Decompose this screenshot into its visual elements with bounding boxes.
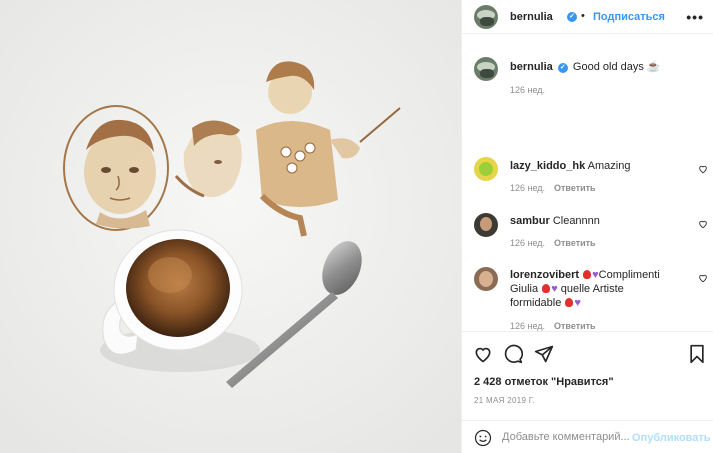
rose-emoji-icon <box>583 270 592 279</box>
post-header: bernulia ✓ • Подписаться ••• <box>462 0 713 34</box>
comment-text: Amazing <box>587 160 631 172</box>
like-comment-heart-icon[interactable] <box>698 273 708 283</box>
comment-username[interactable]: lorenzovibert <box>510 269 579 281</box>
heart-icon[interactable] <box>473 344 493 364</box>
purple-heart-icon: ♥ <box>551 283 558 295</box>
caption-username[interactable]: bernulia <box>510 61 553 73</box>
comment-username[interactable]: lazy_kiddo_hk <box>510 160 585 172</box>
comment-time[interactable]: 126 нед. <box>510 183 545 193</box>
bookmark-icon[interactable] <box>688 344 706 364</box>
purple-heart-icon: ♥ <box>574 297 581 309</box>
comment-input[interactable] <box>502 431 652 443</box>
comment-icon[interactable] <box>503 344 523 364</box>
comment-item: lazy_kiddo_hk Amazing <box>510 159 630 173</box>
caption-time[interactable]: 126 нед. <box>510 85 545 95</box>
follow-button[interactable]: Подписаться <box>593 11 665 23</box>
verified-badge-icon: ✓ <box>567 12 577 22</box>
comment-text: Cleannnn <box>552 215 600 227</box>
comment-text: Complimenti <box>598 269 660 281</box>
reply-button[interactable]: Ответить <box>554 183 596 193</box>
coffee-art-illustration <box>0 0 461 453</box>
comment-time[interactable]: 126 нед. <box>510 238 545 248</box>
post-photo[interactable] <box>0 0 461 453</box>
emoji-smiley-icon[interactable] <box>474 429 492 447</box>
rose-emoji-icon <box>542 284 551 293</box>
comments-list[interactable]: bernulia ✓ Good old days ☕ 126 нед. lazy… <box>462 35 713 331</box>
author-username[interactable]: bernulia <box>510 11 553 23</box>
like-comment-heart-icon[interactable] <box>698 219 708 229</box>
likes-count[interactable]: 2 428 отметок "Нравится" <box>474 376 614 388</box>
comment-text: quelle Artiste <box>560 283 624 295</box>
comment-avatar[interactable] <box>474 213 498 237</box>
caption: bernulia ✓ Good old days ☕ <box>510 60 661 74</box>
reply-button[interactable]: Ответить <box>554 238 596 248</box>
add-comment-bar: Опубликовать <box>462 420 713 453</box>
post-date[interactable]: 21 МАЯ 2019 Г. <box>474 396 535 405</box>
publish-button[interactable]: Опубликовать <box>632 432 711 444</box>
comment-time[interactable]: 126 нед. <box>510 321 545 331</box>
like-comment-heart-icon[interactable] <box>698 164 708 174</box>
comment-avatar[interactable] <box>474 267 498 291</box>
more-options-icon[interactable]: ••• <box>686 9 704 25</box>
espresso-cup <box>113 229 243 351</box>
rose-emoji-icon <box>565 298 574 307</box>
caption-text: Good old days ☕ <box>572 61 661 73</box>
post-side-panel: bernulia ✓ • Подписаться ••• bernulia ✓ … <box>461 0 713 453</box>
reply-button[interactable]: Ответить <box>554 321 596 331</box>
comment-text: formidable <box>510 297 562 309</box>
comment-item: lorenzovibert ♥ Complimenti Giulia ♥ quel… <box>510 268 685 310</box>
author-avatar[interactable] <box>474 5 498 29</box>
comment-item: sambur Cleannnn <box>510 214 600 228</box>
share-icon[interactable] <box>534 344 554 364</box>
comment-avatar[interactable] <box>474 157 498 181</box>
comment-username[interactable]: sambur <box>510 215 550 227</box>
caption-verified-icon: ✓ <box>557 63 568 73</box>
comment-text: Giulia <box>510 283 539 295</box>
caption-avatar[interactable] <box>474 57 498 81</box>
header-separator: • <box>581 10 585 22</box>
